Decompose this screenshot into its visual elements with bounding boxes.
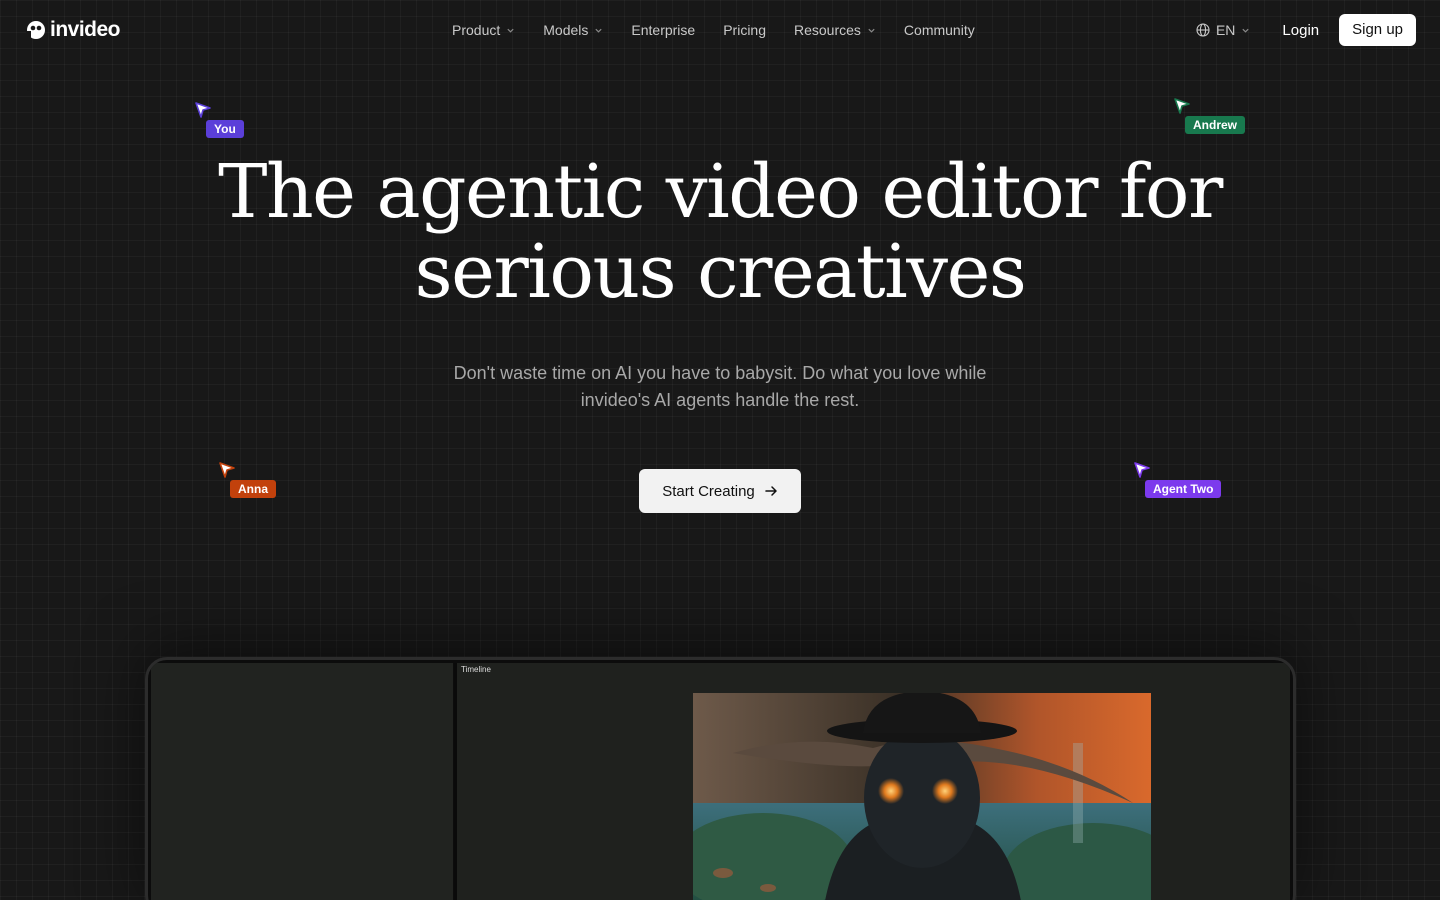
signup-button[interactable]: Sign up xyxy=(1339,14,1416,46)
start-creating-button[interactable]: Start Creating xyxy=(639,469,801,513)
nav-item-enterprise[interactable]: Enterprise xyxy=(617,20,709,40)
language-label: EN xyxy=(1215,22,1236,38)
brand-name: invideo xyxy=(50,18,121,41)
cursor-tag-andrew: Andrew xyxy=(1185,116,1246,134)
nav-item-resources[interactable]: Resources xyxy=(780,20,890,40)
cursor-pointer-icon xyxy=(1173,97,1191,115)
video-thumbnail-image xyxy=(693,693,1151,900)
cursor-pointer-icon xyxy=(1133,461,1151,479)
editor-preview: Timeline xyxy=(145,657,1296,900)
invideo-logo-icon xyxy=(26,21,45,40)
nav-item-label: Pricing xyxy=(723,22,766,38)
chevron-down-icon xyxy=(507,28,514,33)
main-menu: Product Models Enterprise Pricing Resour… xyxy=(438,20,989,40)
video-frame[interactable] xyxy=(693,693,1151,900)
cursor-pointer-icon xyxy=(194,101,212,119)
arrow-right-icon xyxy=(765,486,777,496)
timeline-label: Timeline xyxy=(461,665,491,674)
login-button[interactable]: Login xyxy=(1270,22,1319,39)
nav-item-label: Product xyxy=(452,22,501,38)
hero-title-line-1: The agentic video editor for xyxy=(218,149,1223,235)
top-navigation: invideo Product Models Enterprise Pricin… xyxy=(0,0,1440,60)
nav-item-label: Resources xyxy=(794,22,861,38)
globe-icon xyxy=(1196,23,1210,37)
cursor-pointer-icon xyxy=(218,461,236,479)
editor-side-panel xyxy=(151,663,453,900)
hero-subtitle: Don't waste time on AI you have to babys… xyxy=(420,360,1020,414)
nav-item-models[interactable]: Models xyxy=(529,20,617,40)
chevron-down-icon xyxy=(1242,28,1250,33)
nav-item-label: Enterprise xyxy=(631,22,696,38)
hero-title-line-2: serious creatives xyxy=(414,229,1027,315)
chevron-down-icon xyxy=(868,28,875,33)
account-actions: EN Login Sign up xyxy=(1196,14,1416,46)
cursor-tag-agent-two: Agent Two xyxy=(1145,480,1222,498)
cursor-tag-anna: Anna xyxy=(230,480,276,498)
nav-item-community[interactable]: Community xyxy=(890,20,989,40)
nav-item-label: Community xyxy=(903,22,975,38)
hero-subtitle-line-1: Don't waste time on AI you have to babys… xyxy=(453,363,987,383)
hero-subtitle-line-2: invideo's AI agents handle the rest. xyxy=(580,390,860,410)
cta-label: Start Creating xyxy=(662,482,755,500)
nav-item-product[interactable]: Product xyxy=(438,20,529,40)
nav-item-pricing[interactable]: Pricing xyxy=(709,20,780,40)
language-selector[interactable]: EN xyxy=(1196,22,1250,38)
cursor-tag-you: You xyxy=(206,120,244,138)
chevron-down-icon xyxy=(595,28,603,33)
nav-item-label: Models xyxy=(543,22,589,38)
timeline-panel: Timeline xyxy=(457,663,1290,900)
hero-title: The agentic video editor for serious cre… xyxy=(0,152,1440,312)
brand-logo[interactable]: invideo xyxy=(26,18,121,42)
